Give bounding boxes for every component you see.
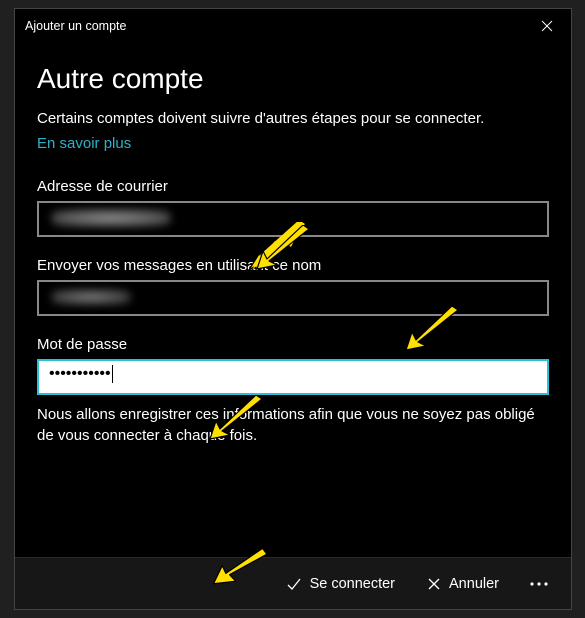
learn-more-link[interactable]: En savoir plus bbox=[37, 135, 131, 152]
more-icon bbox=[529, 581, 549, 587]
password-field-group: Mot de passe ••••••••••• bbox=[37, 336, 549, 395]
more-button[interactable] bbox=[517, 573, 561, 595]
description-text: Certains comptes doivent suivre d'autres… bbox=[37, 109, 549, 129]
dialog-footer: Se connecter Annuler bbox=[15, 557, 571, 609]
signin-button[interactable]: Se connecter bbox=[272, 568, 409, 600]
titlebar: Ajouter un compte bbox=[15, 9, 571, 43]
email-label: Adresse de courrier bbox=[37, 178, 549, 195]
password-input[interactable]: ••••••••••• bbox=[37, 359, 549, 395]
cancel-button[interactable]: Annuler bbox=[413, 568, 513, 600]
add-account-dialog: Ajouter un compte Autre compte Certains … bbox=[14, 8, 572, 610]
page-heading: Autre compte bbox=[37, 63, 549, 95]
password-label: Mot de passe bbox=[37, 336, 549, 353]
check-icon bbox=[286, 576, 302, 592]
signin-label: Se connecter bbox=[310, 576, 395, 592]
cancel-label: Annuler bbox=[449, 576, 499, 592]
dialog-content: Autre compte Certains comptes doivent su… bbox=[15, 43, 571, 557]
close-icon bbox=[541, 20, 553, 32]
email-input[interactable] bbox=[37, 201, 549, 237]
email-field-group: Adresse de courrier bbox=[37, 178, 549, 237]
displayname-input[interactable] bbox=[37, 280, 549, 316]
x-icon bbox=[427, 577, 441, 591]
displayname-label: Envoyer vos messages en utilisant ce nom bbox=[37, 257, 549, 274]
dialog-title: Ajouter un compte bbox=[25, 19, 126, 33]
close-button[interactable] bbox=[535, 14, 559, 38]
displayname-field-group: Envoyer vos messages en utilisant ce nom bbox=[37, 257, 549, 316]
info-text: Nous allons enregistrer ces informations… bbox=[37, 405, 549, 446]
